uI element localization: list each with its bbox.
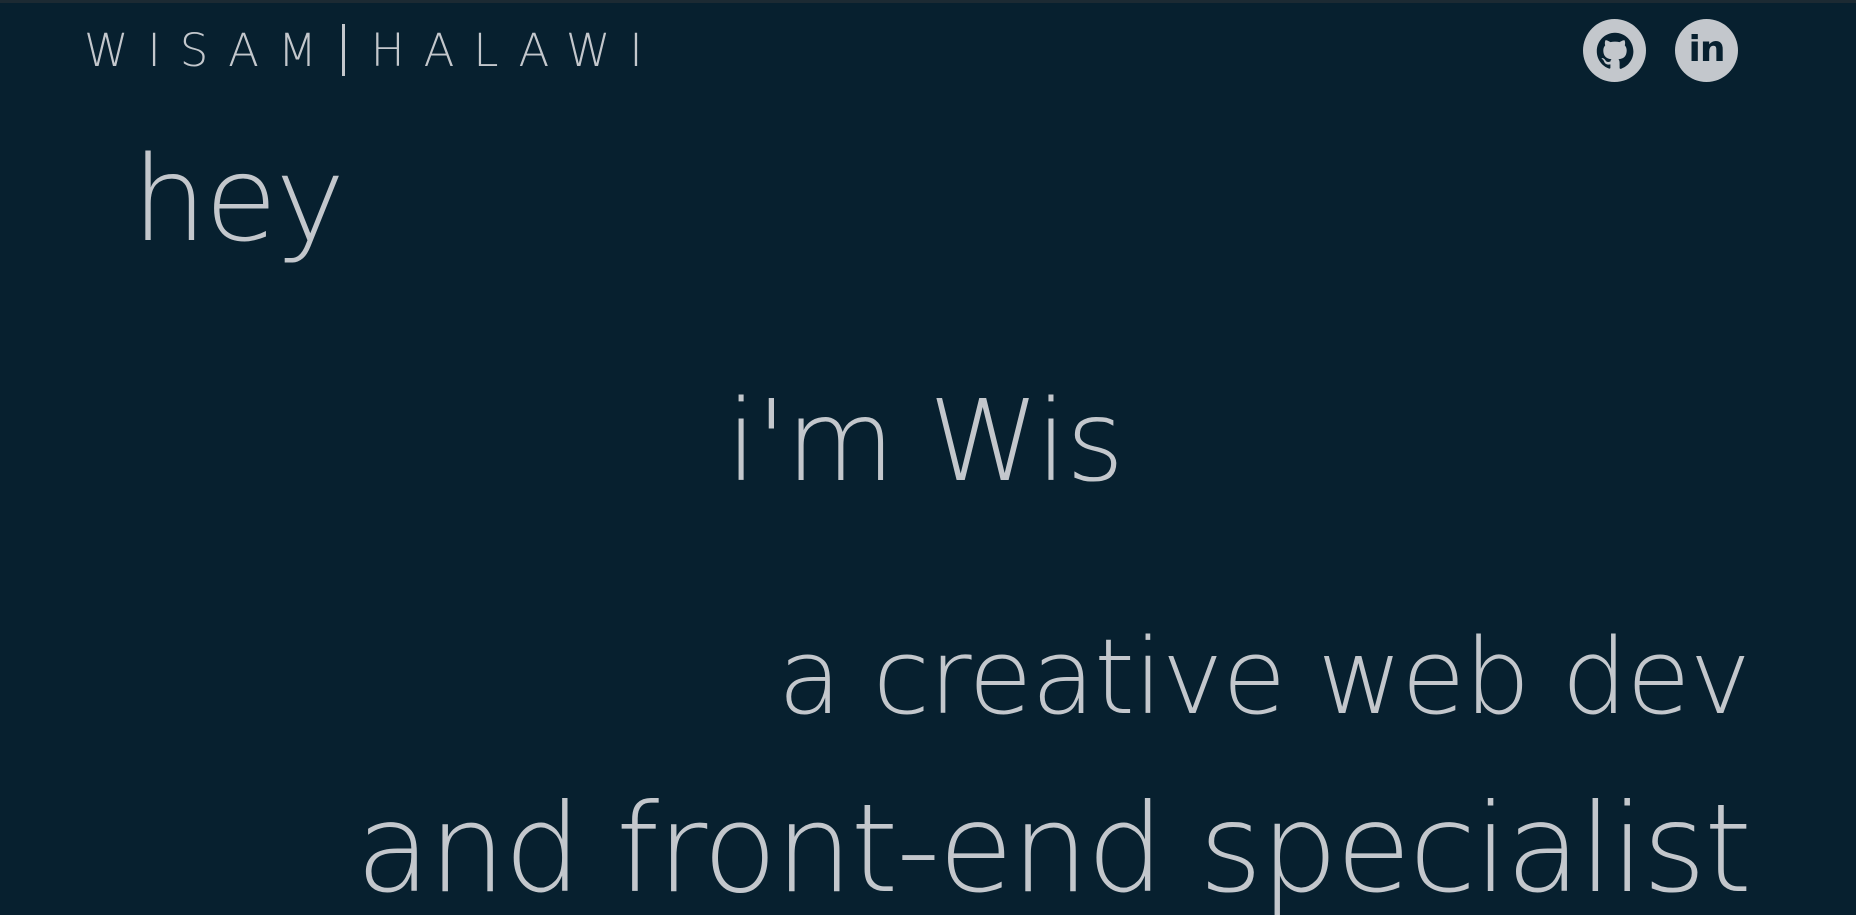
social-links: in xyxy=(1583,19,1738,82)
hero-intro: i'm Wis xyxy=(726,377,1124,507)
github-icon xyxy=(1596,32,1633,69)
linkedin-link[interactable]: in xyxy=(1675,19,1738,82)
brand-separator xyxy=(341,24,345,76)
hero-greeting: hey xyxy=(132,130,345,268)
hero-role-line-2: and front-end specialist xyxy=(355,778,1752,915)
top-edge-divider xyxy=(0,0,1856,3)
brand-first-name: WISAM xyxy=(84,23,336,77)
linkedin-icon: in xyxy=(1688,28,1726,70)
hero-role-line-1: a creative web dev xyxy=(777,616,1751,738)
brand-last-name: HALAWI xyxy=(370,23,662,77)
github-link[interactable] xyxy=(1583,19,1646,82)
brand-logo[interactable]: WISAM HALAWI xyxy=(84,20,662,80)
